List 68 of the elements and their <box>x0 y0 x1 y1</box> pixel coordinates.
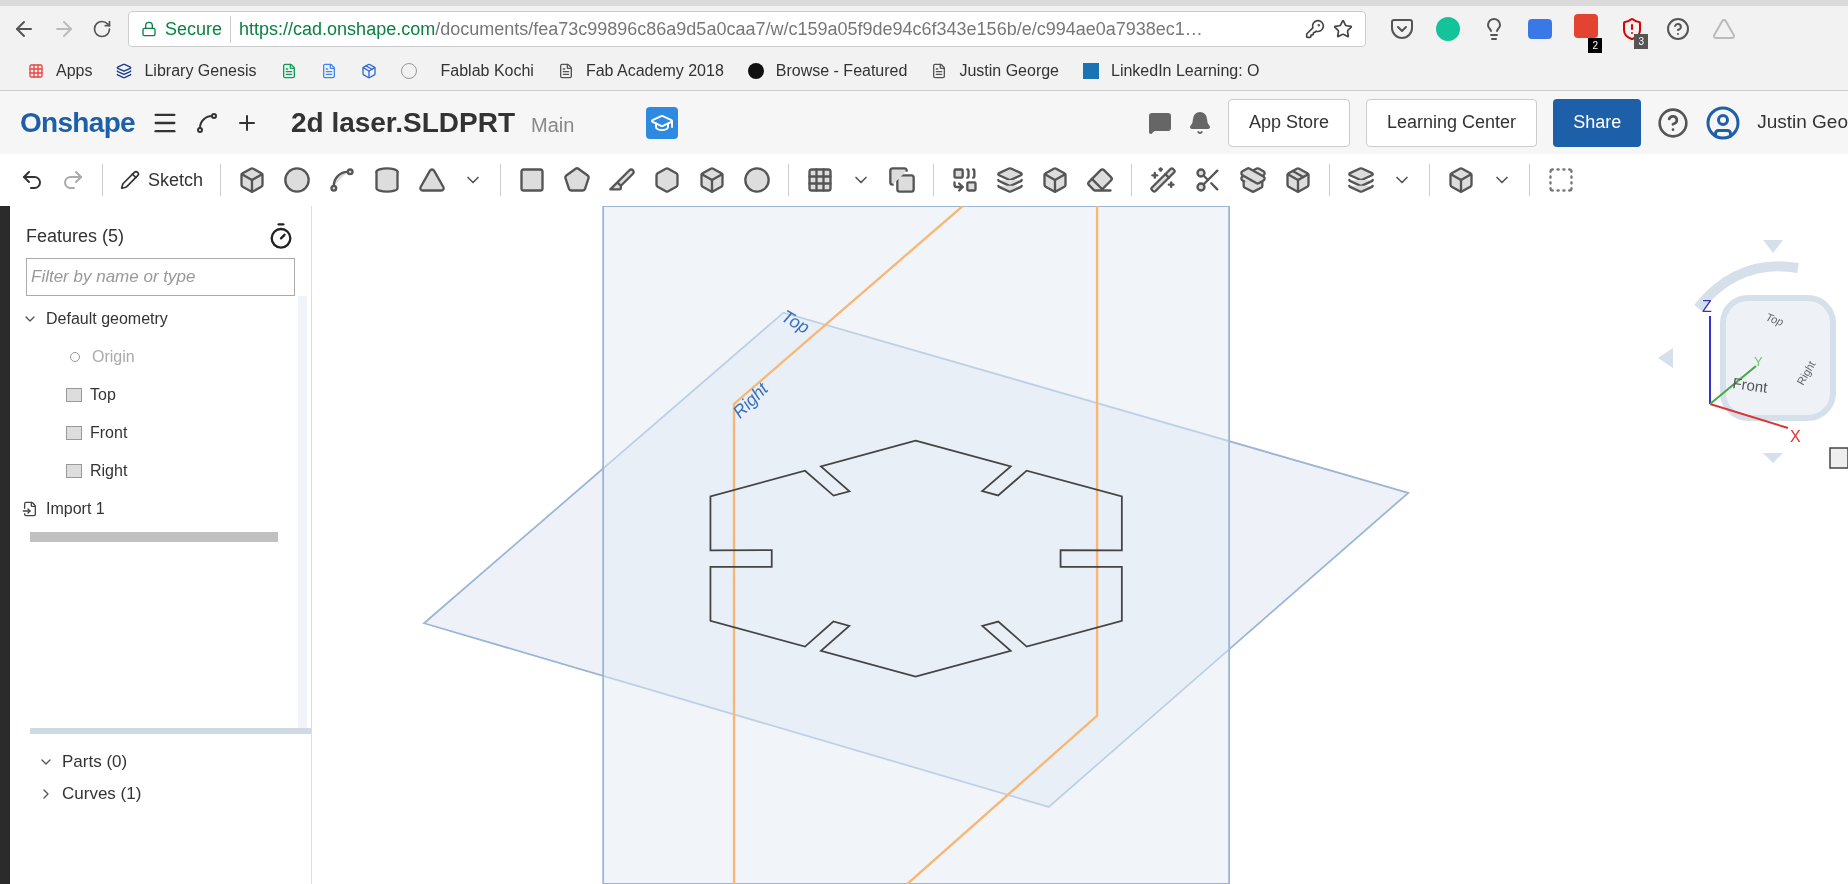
plane-icon <box>66 426 82 440</box>
share-button[interactable]: Share <box>1553 98 1642 147</box>
lock-icon <box>141 21 157 37</box>
circle-logo-icon <box>747 63 764 79</box>
pattern-icon[interactable] <box>806 166 835 194</box>
header-button[interactable]: App Store <box>1227 98 1351 147</box>
bookmark-link[interactable]: Library Genesis <box>144 59 257 83</box>
bookmark-link[interactable]: Browse - Featured <box>775 59 908 83</box>
bookmark-link[interactable]: Apps <box>56 59 93 83</box>
address-bar[interactable]: Secure https://cad.onshape.com/documents/fea73c99896c86a9d5a0caa7/w/c159a05f9de94c6f343e156b/e/c994ae0a7938ec1… <box>128 11 1366 47</box>
delete-part-icon[interactable] <box>1086 166 1115 194</box>
star-icon[interactable] <box>1333 19 1353 39</box>
document-icon[interactable] <box>320 63 337 79</box>
mirror-icon[interactable] <box>888 166 917 194</box>
bell-icon[interactable] <box>1187 110 1212 135</box>
graduation-cap-icon[interactable] <box>646 106 679 139</box>
extension-badge: 2 <box>1588 37 1602 53</box>
parts-group-label[interactable]: Parts (0) <box>62 749 128 775</box>
branch-name: Main <box>531 112 575 138</box>
shell-icon[interactable] <box>698 166 727 194</box>
plane-icon <box>66 388 82 402</box>
feature-item[interactable]: Import 1 <box>46 497 105 521</box>
avatar-icon[interactable] <box>1705 104 1742 141</box>
bookmark-link[interactable]: LinkedIn Learning: O <box>1111 59 1260 83</box>
url-text: https://cad.onshape.com/documents/fea73c99896c86a9d5a0caa7/w/c159a05f9de94c6f343e156b/e/c994ae0a7938ec1… <box>239 17 1204 41</box>
page-icon <box>931 63 948 79</box>
branch-list-icon[interactable] <box>194 110 219 135</box>
filter-field[interactable]: Filter by name or type <box>26 258 295 296</box>
parts-group-label[interactable]: Curves (1) <box>62 781 142 807</box>
plane-icon <box>66 464 82 478</box>
user-name[interactable]: Justin Geo <box>1757 108 1848 137</box>
transform-icon[interactable] <box>1041 166 1070 194</box>
header-button[interactable]: Learning Center <box>1366 98 1538 147</box>
onshape-logo[interactable]: Onshape <box>20 101 135 144</box>
pocket-icon[interactable] <box>1390 17 1414 41</box>
bookmark-link[interactable]: Justin George <box>959 59 1059 83</box>
feature-item[interactable]: Right <box>90 459 128 483</box>
undo-icon[interactable] <box>20 168 44 192</box>
sheet-icon[interactable] <box>280 63 297 79</box>
comment-icon[interactable] <box>1147 110 1172 135</box>
scrollbar-track[interactable] <box>298 296 307 728</box>
box-icon[interactable] <box>238 166 267 194</box>
draft-icon[interactable] <box>608 166 637 194</box>
modify-icon[interactable] <box>1149 166 1178 194</box>
document-title: 2d laser.SLDPRT <box>290 105 515 140</box>
reload-icon[interactable] <box>92 19 112 39</box>
import-icon <box>22 501 38 517</box>
bookmark-link[interactable]: Fablab Kochi <box>440 59 534 83</box>
apps-grid-icon <box>28 63 44 79</box>
page-icon <box>557 63 574 79</box>
key-icon[interactable] <box>1305 19 1325 39</box>
add-icon[interactable] <box>1547 166 1576 194</box>
bookmark-link[interactable]: Fab Academy 2018 <box>585 59 724 83</box>
features-title: Features (5) <box>26 224 125 248</box>
feature-item[interactable]: Default geometry <box>46 307 168 331</box>
feature-item[interactable]: Front <box>90 421 128 445</box>
pencil-icon <box>120 170 140 190</box>
extension-badge: 3 <box>1634 34 1648 49</box>
hexagon-sketch[interactable] <box>709 439 1123 678</box>
stack-icon <box>116 63 133 79</box>
sketch-button[interactable]: Sketch <box>120 166 204 194</box>
secure-label: Secure <box>165 15 232 43</box>
plane-label: Top <box>778 305 813 338</box>
fillet-icon[interactable] <box>518 166 547 194</box>
feature-item[interactable]: Top <box>90 383 116 407</box>
loft-icon[interactable] <box>373 166 402 194</box>
sweep-icon[interactable] <box>328 166 357 194</box>
help-icon[interactable] <box>1657 106 1690 139</box>
